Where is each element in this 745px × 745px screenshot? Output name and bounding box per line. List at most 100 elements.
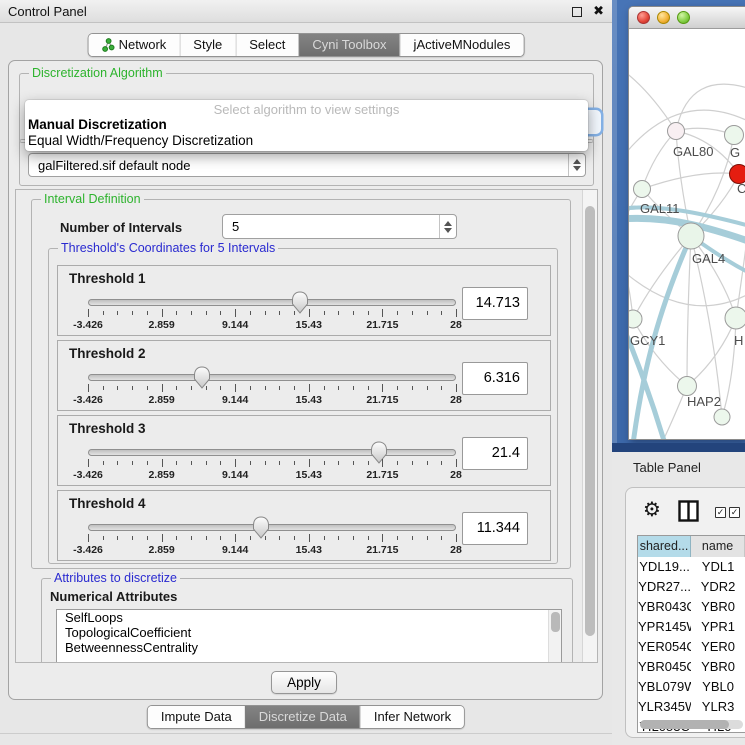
column-header-shared-name[interactable]: shared... — [638, 536, 691, 557]
list-item[interactable]: TopologicalCoefficient — [57, 625, 561, 640]
close-traffic-light-icon[interactable] — [637, 11, 650, 24]
table-row[interactable]: YLR345WYLR3 — [638, 697, 745, 717]
table-cell[interactable]: YDR27... — [638, 577, 691, 597]
threshold-1-slider[interactable]: -3.4262.8599.14415.4321.71528 — [88, 299, 456, 333]
columns-icon[interactable] — [678, 500, 699, 522]
number-of-intervals-spinner[interactable]: 5 — [222, 214, 457, 239]
spinner-stepper-icon[interactable] — [439, 215, 456, 238]
table-cell[interactable]: YDL19... — [638, 557, 691, 577]
tab-select[interactable]: Select — [235, 34, 298, 56]
threshold-2-slider[interactable]: -3.4262.8599.14415.4321.71528 — [88, 374, 456, 408]
list-item[interactable]: SelfLoops — [57, 610, 561, 625]
group-title: Attributes to discretize — [51, 571, 180, 585]
threshold-2-value-field[interactable]: 6.316 — [462, 362, 528, 395]
table-cell[interactable]: YPR1 — [691, 617, 745, 637]
table-row[interactable]: YBR045CYBR0 — [638, 657, 745, 677]
table-data-value: galFiltered.sif default node — [29, 158, 568, 173]
table-cell[interactable]: YLR345W — [638, 697, 691, 717]
node-label: C — [737, 181, 745, 196]
tab-infer-network[interactable]: Infer Network — [360, 706, 464, 728]
table-row[interactable]: YBL079WYBL0 — [638, 677, 745, 697]
tab-impute-data[interactable]: Impute Data — [148, 706, 245, 728]
combo-stepper-icon[interactable] — [568, 154, 585, 176]
scrollbar-thumb[interactable] — [551, 612, 560, 632]
network-node[interactable] — [629, 310, 642, 328]
slider-track[interactable] — [88, 299, 456, 306]
column-header-name[interactable]: name — [691, 536, 745, 557]
table-row[interactable]: YPR145WYPR1 — [638, 617, 745, 637]
select-none-checkbox-icon[interactable]: ✓ — [729, 507, 740, 518]
table-cell[interactable]: YER0 — [691, 637, 745, 657]
table-cell[interactable]: YER054C — [638, 637, 691, 657]
table-cell[interactable]: YBR0 — [691, 657, 745, 677]
slider-track[interactable] — [88, 449, 456, 456]
float-window-icon[interactable] — [572, 7, 582, 17]
tick-label: 15.43 — [296, 544, 322, 556]
application-root: Control Panel ✖ Network Style Select Cyn… — [0, 0, 745, 745]
table-row[interactable]: YDR27...YDR2 — [638, 577, 745, 597]
tab-network[interactable]: Network — [89, 34, 180, 56]
group-title: Interval Definition — [41, 192, 144, 206]
list-item[interactable]: BetweennessCentrality — [57, 640, 561, 655]
zoom-traffic-light-icon[interactable] — [677, 11, 690, 24]
table-cell[interactable]: YBR0 — [691, 597, 745, 617]
settings-scrollbar[interactable] — [582, 190, 597, 662]
network-node[interactable] — [714, 409, 730, 425]
table-data-combobox[interactable]: galFiltered.sif default node — [28, 153, 586, 177]
slider-track[interactable] — [88, 524, 456, 531]
apply-button[interactable]: Apply — [271, 671, 337, 694]
slider-track[interactable] — [88, 374, 456, 381]
threshold-3-row: Threshold 3 -3.4262.8599.14415.4321.7152… — [57, 415, 551, 486]
cyni-toolbox-panel: Discretization Algorithm Select algorith… — [8, 60, 603, 700]
threshold-label: Threshold 4 — [69, 496, 146, 511]
table-row[interactable]: YER054CYER0 — [638, 637, 745, 657]
dropdown-option-equal-width[interactable]: Equal Width/Frequency Discretization — [25, 133, 588, 149]
table-cell[interactable]: YBL079W — [638, 677, 691, 697]
numerical-attributes-list[interactable]: SelfLoops TopologicalCoefficient Between… — [56, 609, 562, 663]
table-cell[interactable]: YPR145W — [638, 617, 691, 637]
table-cell[interactable]: YBR043C — [638, 597, 691, 617]
select-all-checkbox-icon[interactable]: ✓ — [715, 507, 726, 518]
table-cell[interactable]: YBL0 — [691, 677, 745, 697]
list-scrollbar[interactable] — [548, 610, 561, 663]
tick-label: 15.43 — [296, 319, 322, 331]
node-table[interactable]: shared... name YDL19...YDL1YDR27...YDR2Y… — [637, 535, 745, 733]
algorithm-dropdown-popup: Select algorithm to view settings Manual… — [25, 100, 588, 151]
network-view-window: GAL80GCGAL11GAL4GCY1HHAP2 — [628, 6, 745, 440]
table-cell[interactable]: YDL1 — [691, 557, 745, 577]
threshold-4-slider[interactable]: -3.4262.8599.14415.4321.71528 — [88, 524, 456, 558]
network-node[interactable] — [678, 377, 697, 396]
scrollbar-thumb[interactable] — [640, 720, 729, 729]
network-node[interactable] — [668, 123, 685, 140]
network-canvas[interactable]: GAL80GCGAL11GAL4GCY1HHAP2 — [629, 29, 745, 440]
tab-jactivemnodules[interactable]: jActiveMNodules — [400, 34, 524, 56]
network-node[interactable] — [725, 126, 744, 145]
close-icon[interactable]: ✖ — [593, 3, 604, 19]
threshold-1-value-field[interactable]: 14.713 — [462, 287, 528, 320]
table-cell[interactable]: YDR2 — [691, 577, 745, 597]
tick-label: 9.144 — [222, 394, 248, 406]
tick-label: 28 — [450, 469, 462, 481]
minimize-traffic-light-icon[interactable] — [657, 11, 670, 24]
table-cell[interactable]: YBR045C — [638, 657, 691, 677]
table-horizontal-scrollbar[interactable] — [640, 720, 743, 729]
threshold-3-slider[interactable]: -3.4262.8599.14415.4321.71528 — [88, 449, 456, 483]
tab-discretize-data[interactable]: Discretize Data — [245, 706, 360, 728]
table-row[interactable]: YDL19...YDL1 — [638, 557, 745, 577]
dropdown-option-manual[interactable]: Manual Discretization — [25, 117, 588, 133]
network-node[interactable] — [725, 307, 745, 329]
network-node[interactable] — [634, 181, 651, 198]
threshold-4-value-field[interactable]: 11.344 — [462, 512, 528, 545]
network-graph[interactable]: GAL80GCGAL11GAL4GCY1HHAP2 — [629, 29, 745, 440]
network-node[interactable] — [678, 223, 704, 249]
gear-icon[interactable]: ⚙ — [643, 497, 661, 522]
tab-cyni-toolbox[interactable]: Cyni Toolbox — [298, 34, 399, 56]
table-cell[interactable]: YLR3 — [691, 697, 745, 717]
network-window-titlebar[interactable] — [629, 7, 745, 29]
tab-style[interactable]: Style — [179, 34, 235, 56]
threshold-4-row: Threshold 4 -3.4262.8599.14415.4321.7152… — [57, 490, 551, 561]
scrollbar-thumb[interactable] — [585, 206, 595, 636]
tick-label: 28 — [450, 544, 462, 556]
threshold-3-value-field[interactable]: 21.4 — [462, 437, 528, 470]
table-row[interactable]: YBR043CYBR0 — [638, 597, 745, 617]
